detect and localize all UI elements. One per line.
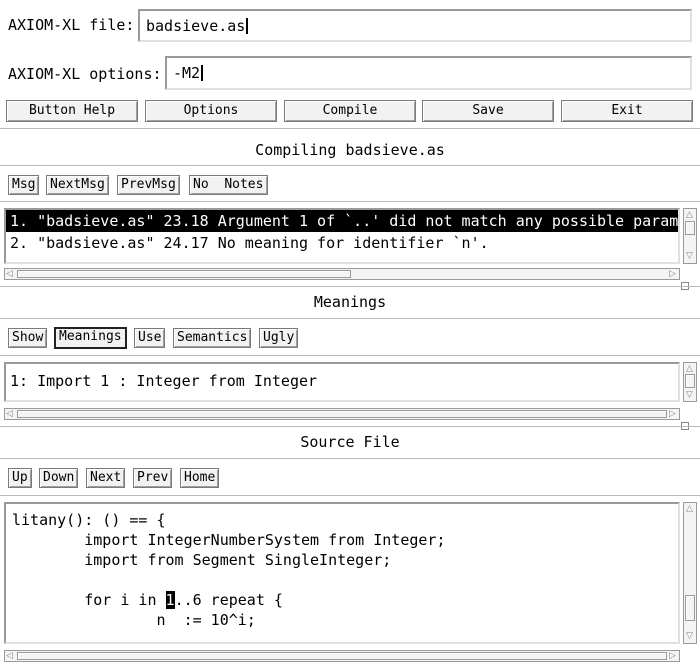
- show-button[interactable]: Show: [8, 328, 48, 348]
- save-button[interactable]: Save: [422, 100, 554, 122]
- text-cursor: [246, 18, 249, 34]
- meanings-vscroll[interactable]: △ ▽: [683, 362, 697, 402]
- divider: [0, 355, 700, 356]
- no-label: No: [193, 177, 209, 192]
- scroll-down-icon[interactable]: ▽: [686, 631, 693, 641]
- source-title: Source File: [300, 433, 400, 451]
- scroll-down-icon[interactable]: ▽: [686, 251, 693, 261]
- scroll-thumb[interactable]: [17, 270, 351, 278]
- next-msg-button[interactable]: NextMsg: [46, 175, 109, 195]
- file-input-value: badsieve.as: [146, 17, 246, 35]
- file-input[interactable]: badsieve.as: [138, 9, 692, 42]
- divider: [0, 495, 700, 496]
- meanings-hscroll[interactable]: ◁ ▷: [4, 408, 680, 420]
- use-button[interactable]: Use: [134, 328, 166, 348]
- divider: [0, 201, 700, 202]
- divider: [0, 458, 700, 459]
- messages-vscroll[interactable]: △ ▽: [683, 208, 697, 264]
- prev-msg-button[interactable]: PrevMsg: [117, 175, 180, 195]
- messages-hscroll[interactable]: ◁ ▷: [4, 268, 680, 280]
- down-button[interactable]: Down: [39, 468, 79, 488]
- scroll-down-icon[interactable]: ▽: [686, 390, 693, 400]
- scroll-left-icon[interactable]: ◁: [6, 409, 13, 419]
- divider: [0, 426, 700, 427]
- scroll-left-icon[interactable]: ◁: [6, 269, 13, 279]
- scroll-thumb[interactable]: [685, 221, 695, 235]
- scroll-right-icon[interactable]: ▷: [669, 409, 676, 419]
- scroll-up-icon[interactable]: △: [686, 210, 693, 220]
- code-line: import from Segment SingleInteger;: [12, 551, 392, 569]
- scroll-left-icon[interactable]: ◁: [6, 651, 13, 661]
- exit-button[interactable]: Exit: [561, 100, 693, 122]
- no-notes-button[interactable]: No Notes: [189, 175, 268, 195]
- msg-button[interactable]: Msg: [8, 175, 40, 195]
- options-button[interactable]: Options: [145, 100, 277, 122]
- text-cursor: [201, 65, 204, 81]
- up-button[interactable]: Up: [8, 468, 32, 488]
- scroll-up-icon[interactable]: △: [686, 364, 693, 374]
- meanings-title: Meanings: [313, 293, 387, 311]
- code-line: litany(): () == {: [12, 511, 166, 529]
- messages-list[interactable]: 1. "badsieve.as" 23.18 Argument 1 of `..…: [4, 208, 680, 264]
- ugly-button[interactable]: Ugly: [259, 328, 299, 348]
- divider: [0, 128, 700, 129]
- message-row[interactable]: 2. "badsieve.as" 24.17 No meaning for id…: [6, 232, 678, 254]
- source-code[interactable]: litany(): () == { import IntegerNumberSy…: [6, 504, 678, 630]
- source-text-area[interactable]: litany(): () == { import IntegerNumberSy…: [4, 502, 680, 644]
- file-label: AXIOM-XL file:: [8, 16, 135, 34]
- options-input-value: -M2: [173, 64, 201, 82]
- code-line: ..6 repeat {: [174, 591, 283, 609]
- scroll-thumb[interactable]: [685, 595, 695, 621]
- home-button[interactable]: Home: [180, 468, 220, 488]
- divider: [0, 318, 700, 319]
- prev-button[interactable]: Prev: [133, 468, 173, 488]
- scroll-thumb[interactable]: [685, 374, 695, 388]
- code-line: n := 10^i;: [12, 611, 256, 629]
- scroll-right-icon[interactable]: ▷: [669, 269, 676, 279]
- semantics-button[interactable]: Semantics: [173, 328, 252, 348]
- compile-button[interactable]: Compile: [284, 100, 416, 122]
- source-vscroll[interactable]: △ ▽: [683, 502, 697, 644]
- options-input[interactable]: -M2: [165, 56, 692, 90]
- divider: [0, 286, 700, 287]
- code-line: for i in: [12, 591, 166, 609]
- meaning-row[interactable]: 1: Import 1 : Integer from Integer: [6, 364, 678, 392]
- code-line: import IntegerNumberSystem from Integer;: [12, 531, 446, 549]
- message-row[interactable]: 1. "badsieve.as" 23.18 Argument 1 of `..…: [6, 210, 678, 232]
- source-hscroll[interactable]: ◁ ▷: [4, 650, 680, 662]
- scroll-right-icon[interactable]: ▷: [669, 651, 676, 661]
- meanings-list[interactable]: 1: Import 1 : Integer from Integer: [4, 362, 680, 402]
- scroll-thumb[interactable]: [17, 652, 667, 660]
- scroll-up-icon[interactable]: △: [686, 504, 693, 514]
- options-label: AXIOM-XL options:: [8, 65, 162, 83]
- status-title: Compiling badsieve.as: [255, 141, 445, 159]
- next-button[interactable]: Next: [86, 468, 126, 488]
- meanings-button[interactable]: Meanings: [54, 327, 127, 349]
- notes-label: Notes: [224, 177, 264, 192]
- highlighted-token: 1: [165, 591, 175, 609]
- divider: [0, 165, 700, 166]
- button-help-button[interactable]: Button Help: [6, 100, 138, 122]
- scroll-thumb[interactable]: [17, 410, 667, 418]
